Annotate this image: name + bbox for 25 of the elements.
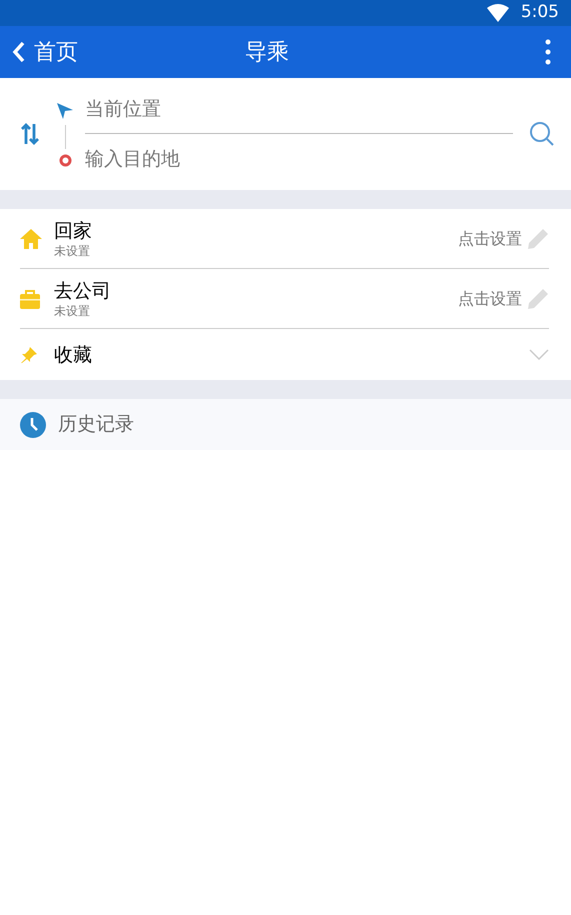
history-label[interactable]: 历史记录 xyxy=(58,410,134,439)
house-icon xyxy=(20,228,42,248)
origin-field[interactable]: 当前位置 xyxy=(85,84,513,134)
navigation-arrow-icon xyxy=(56,102,74,120)
place-status: 未设置 xyxy=(54,302,91,318)
back-icon xyxy=(12,41,26,63)
set-button[interactable]: 点击设置 xyxy=(458,226,522,250)
set-button[interactable]: 点击设置 xyxy=(458,286,522,310)
destination-dot-icon xyxy=(58,154,72,166)
page-title: 导乘 xyxy=(245,38,289,66)
place-title[interactable]: 回家 xyxy=(54,218,458,242)
more-icon[interactable] xyxy=(545,39,551,65)
destination-field[interactable]: 输入目的地 xyxy=(85,134,513,184)
pin-icon xyxy=(20,346,38,364)
place-title[interactable]: 去公司 xyxy=(54,278,458,302)
briefcase-icon xyxy=(20,288,40,308)
place-title[interactable]: 收藏 xyxy=(54,342,529,366)
clock-time: 5:05 xyxy=(520,1,559,24)
clock-icon xyxy=(20,412,46,438)
wifi-icon xyxy=(486,4,509,22)
place-status: 未设置 xyxy=(54,242,91,258)
search-icon[interactable] xyxy=(529,121,555,147)
swap-icon[interactable] xyxy=(21,123,39,145)
back-button[interactable]: 首页 xyxy=(12,36,78,68)
chevron-down-icon[interactable] xyxy=(529,349,549,360)
